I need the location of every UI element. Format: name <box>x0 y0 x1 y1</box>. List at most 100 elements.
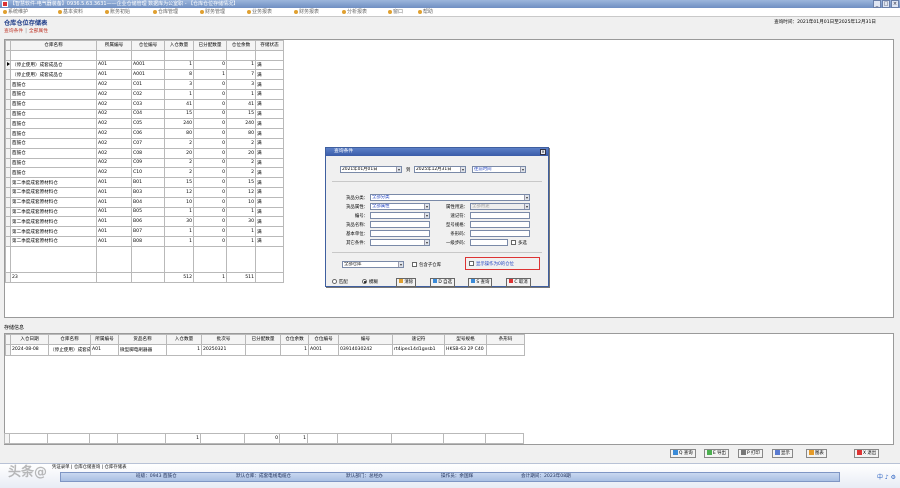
menu-item-basic[interactable]: 基本资料 <box>58 8 83 17</box>
attribute-select[interactable]: 全部属性 <box>370 203 430 210</box>
maximize-button[interactable]: □ <box>882 0 890 8</box>
window-tab[interactable]: 仓库存储表 <box>105 465 127 470</box>
table-row[interactable]: 酉鼓仓 A02 C04 15 0 15 满 <box>5 108 284 120</box>
column-header[interactable]: 型号规格 <box>444 334 487 345</box>
menu-item-system[interactable]: 系统维护 <box>3 8 28 17</box>
column-header[interactable]: 批次号 <box>201 334 246 345</box>
table-row[interactable]: 酉鼓仓 A02 C06 80 0 80 满 <box>5 128 284 139</box>
filter-cell[interactable] <box>96 49 132 61</box>
show-zero-checkbox[interactable] <box>469 261 474 266</box>
print-button[interactable]: P 打印 <box>738 449 763 458</box>
menu-item-fin-report[interactable]: 财务报表 <box>294 8 319 17</box>
table-row[interactable]: 第二季度成套原材料仓 A01 B07 1 0 1 满 <box>5 226 284 237</box>
table-row[interactable]: （停止使用）成套成品仓 A01 A001 1 0 1 满 <box>5 59 284 71</box>
column-header[interactable]: 入仓日期 <box>10 334 49 345</box>
dialog-close-button[interactable]: × <box>540 149 546 155</box>
chevron-down-icon[interactable] <box>398 262 403 267</box>
chart-button[interactable]: 图表 <box>806 449 827 458</box>
column-header[interactable]: 仓库名称 <box>48 334 91 345</box>
category-select[interactable]: 全部分类 <box>370 194 530 201</box>
chevron-down-icon[interactable] <box>524 204 529 209</box>
window-tab[interactable]: 凭证录单 <box>52 465 70 470</box>
warehouse-select[interactable]: 全部仓库 <box>342 261 404 268</box>
menu-item-window[interactable]: 窗口 <box>388 8 403 17</box>
date-from-field[interactable]: 2021年01月01日 <box>340 166 402 173</box>
custom-button[interactable]: D 自选 <box>430 278 455 287</box>
clear-button[interactable]: 清除 <box>396 278 417 287</box>
export-button[interactable]: E 导出 <box>704 449 729 458</box>
display-button[interactable]: 显示 <box>772 449 793 458</box>
column-header[interactable]: 已分配数量 <box>245 334 281 345</box>
model-input[interactable] <box>470 221 530 228</box>
close-button[interactable]: × <box>891 0 899 8</box>
menu-item-help[interactable]: 帮助 <box>418 8 433 17</box>
column-header[interactable]: 编号 <box>338 334 393 345</box>
calendar-icon[interactable] <box>460 167 465 172</box>
period-select[interactable]: 往前时间 <box>472 166 526 173</box>
filter-cell[interactable] <box>193 49 227 61</box>
multi-select-checkbox[interactable] <box>511 240 516 245</box>
match-fuzzy-radio[interactable] <box>362 279 367 284</box>
name-input[interactable] <box>370 221 430 228</box>
chevron-down-icon[interactable] <box>520 167 525 172</box>
level-input[interactable] <box>470 239 508 246</box>
table-row[interactable]: 酉鼓仓 A02 C09 2 0 2 满 <box>5 157 284 169</box>
dialog-cancel-button[interactable]: C 取消 <box>506 278 531 287</box>
query-button[interactable]: Q 查询 <box>670 449 696 458</box>
table-row[interactable]: 第二季度成套原材料仓 A01 B01 15 0 15 满 <box>5 177 284 188</box>
column-header[interactable]: 条形码 <box>486 334 525 345</box>
column-header[interactable]: 速记符 <box>392 334 445 345</box>
filter-cell[interactable] <box>164 49 194 61</box>
table-row[interactable]: 2024-08-08 （停止使用）成套成 A01 微型脚电刷器器 1 20250321 1 A… <box>5 343 525 356</box>
table-row[interactable]: 第二季度成套原材料仓 A01 B06 30 0 30 满 <box>5 216 284 228</box>
barcode-input[interactable] <box>470 230 530 237</box>
minimize-button[interactable]: _ <box>873 0 881 8</box>
table-row[interactable]: 第二季度成套原材料仓 A01 B04 10 0 10 满 <box>5 196 284 208</box>
other-input[interactable] <box>370 239 430 246</box>
table-row[interactable]: 第二季度成套原材料仓 A01 B03 12 0 12 满 <box>5 186 284 198</box>
menu-item-init[interactable]: 账务初始 <box>105 8 130 17</box>
menu-item-biz-report[interactable]: 业务报表 <box>247 8 272 17</box>
column-header[interactable]: 仓库名称 <box>10 40 97 51</box>
exit-button[interactable]: X 退出 <box>854 449 880 458</box>
table-row[interactable]: 酉鼓仓 A02 C03 41 0 41 满 <box>5 98 284 110</box>
ellipsis-icon[interactable] <box>424 213 429 218</box>
calendar-icon[interactable] <box>396 167 401 172</box>
menu-item-analysis[interactable]: 分析报表 <box>342 8 367 17</box>
column-header[interactable]: 货品名称 <box>118 334 167 345</box>
filter-cell[interactable] <box>131 49 165 61</box>
column-header[interactable]: 仓位余数 <box>226 40 256 51</box>
table-row[interactable]: 第二季度成套原材料仓 A01 B05 1 0 1 满 <box>5 206 284 218</box>
ellipsis-icon[interactable] <box>424 240 429 245</box>
tab-all-attributes[interactable]: 全部属性 <box>29 29 48 34</box>
chevron-down-icon[interactable] <box>524 195 529 200</box>
filter-cell[interactable] <box>226 49 256 61</box>
table-row[interactable]: （停止使用）成套成品仓 A01 A001 8 1 7 满 <box>5 69 284 81</box>
window-tab[interactable]: 仓库仓储查询 <box>74 465 100 470</box>
table-row[interactable]: 酉鼓仓 A02 C02 1 0 1 满 <box>5 88 284 100</box>
column-header[interactable]: 所属编号 <box>96 40 132 51</box>
date-to-field[interactable]: 2025年12月31日 <box>414 166 466 173</box>
table-row[interactable]: 酉鼓仓 A02 C10 2 0 2 满 <box>5 167 284 179</box>
filter-cell[interactable] <box>10 49 97 61</box>
dialog-query-button[interactable]: S 查询 <box>468 278 493 287</box>
shorthand-input[interactable] <box>470 212 530 219</box>
include-child-checkbox[interactable] <box>412 262 417 267</box>
menu-item-warehouse[interactable]: 仓库管理 <box>153 8 178 17</box>
column-header[interactable]: 仓位编号 <box>131 40 165 51</box>
unit-input[interactable] <box>370 230 430 237</box>
code-input[interactable] <box>370 212 430 219</box>
menu-item-finance[interactable]: 财务管理 <box>200 8 225 17</box>
tab-query-conditions[interactable]: 查询条件 <box>4 29 23 34</box>
column-header[interactable]: 所属编号 <box>90 334 119 345</box>
column-header[interactable]: 入仓数量 <box>164 40 194 51</box>
column-header[interactable]: 已分配数量 <box>193 40 227 51</box>
column-header[interactable]: 仓位余数 <box>280 334 309 345</box>
table-row[interactable]: 酉鼓仓 A02 C08 20 0 20 满 <box>5 147 284 159</box>
column-header[interactable]: 入仓数量 <box>166 334 202 345</box>
match-exact-radio[interactable] <box>332 279 337 284</box>
system-tray[interactable]: 中 ♪ ⚙ <box>877 472 896 481</box>
table-row[interactable]: 酉鼓仓 A02 C07 2 0 2 满 <box>5 137 284 149</box>
table-row[interactable]: 第二季度成套原材料仓 A01 B08 1 0 1 满 <box>5 235 284 247</box>
purpose-select[interactable]: 全部用途 <box>470 203 530 210</box>
